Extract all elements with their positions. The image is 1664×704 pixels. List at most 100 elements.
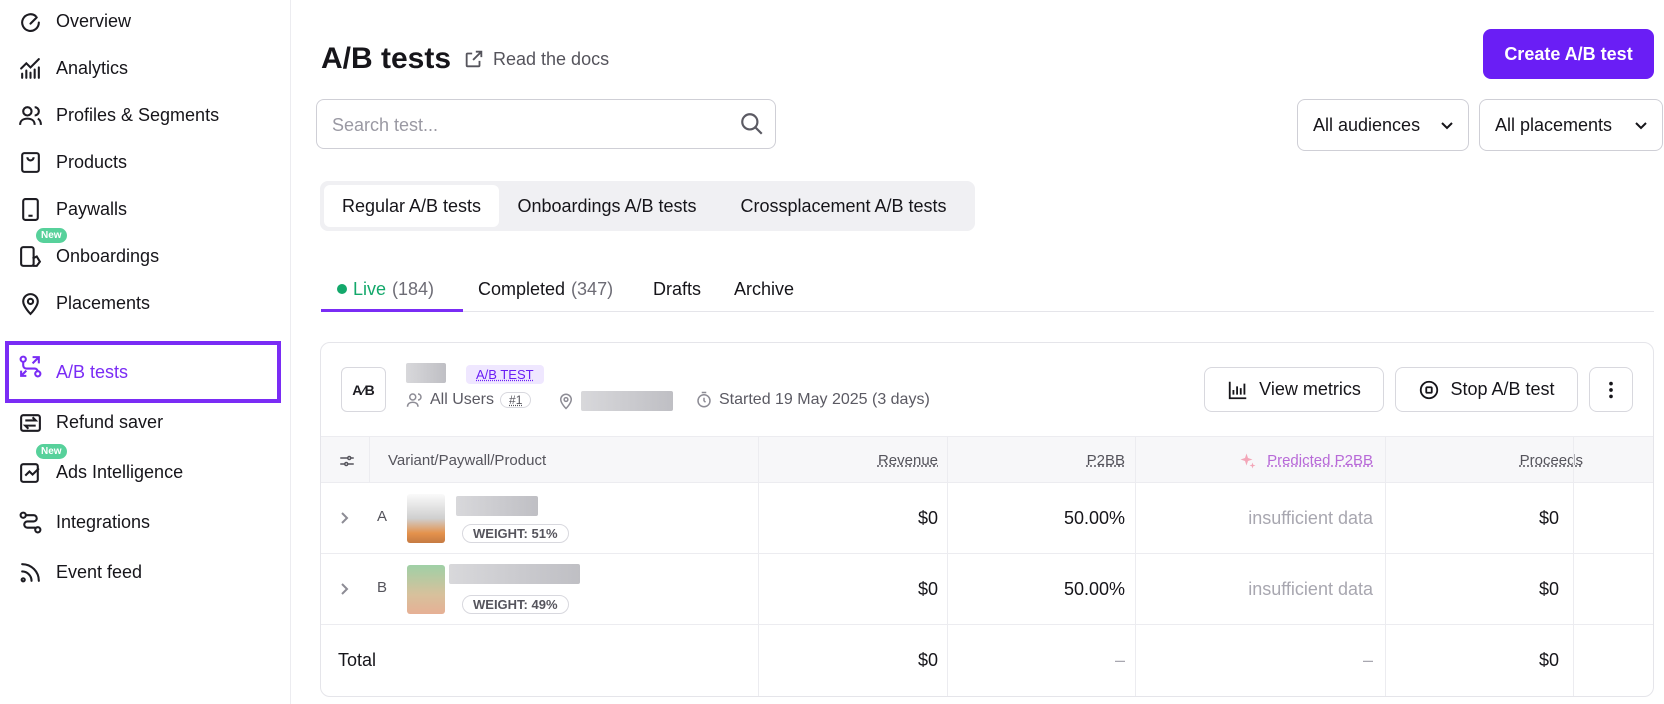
- sidebar-item-label: Products: [56, 151, 128, 172]
- variant-letter: B: [377, 579, 388, 596]
- column-header-proceeds[interactable]: Proceeds: [1381, 437, 1583, 484]
- integrations-icon: [18, 510, 43, 535]
- sidebar-item-label: Paywalls: [56, 198, 128, 219]
- sidebar-item-paywalls[interactable]: Paywalls: [0, 184, 291, 234]
- column-header-p2bb[interactable]: P2BB: [949, 437, 1125, 484]
- timer-icon: [697, 391, 711, 408]
- sidebar-item-ab-tests[interactable]: A/B tests: [5, 341, 281, 403]
- sidebar-item-profiles[interactable]: Profiles & Segments: [0, 90, 291, 140]
- predicted-p2bb-cell: insufficient data: [1248, 579, 1373, 599]
- sidebar-item-ads-intelligence[interactable]: New Ads Intelligence: [0, 444, 291, 497]
- column-divider: [369, 436, 370, 483]
- sidebar-item-label: Onboardings: [56, 245, 160, 266]
- sidebar-item-label: Integrations: [56, 511, 151, 532]
- search-icon[interactable]: [739, 111, 765, 137]
- view-metrics-button[interactable]: View metrics: [1204, 367, 1384, 412]
- sidebar-item-label: Placements: [56, 292, 151, 313]
- pin-icon: [18, 291, 43, 316]
- bag-icon: [18, 150, 43, 175]
- more-vertical-icon: [1609, 381, 1613, 398]
- refund-icon: [18, 410, 43, 435]
- proceeds-cell: $0: [1538, 508, 1559, 528]
- redacted-placement-name: [581, 391, 673, 411]
- tab-completed-count: (347): [571, 278, 614, 299]
- started-label: Started 19 May 2025 (3 days): [719, 391, 930, 408]
- stop-ab-test-button[interactable]: Stop A/B test: [1395, 367, 1578, 412]
- tab-completed-label: Completed: [478, 278, 566, 299]
- users-icon: [406, 393, 422, 407]
- columns-settings-icon[interactable]: [337, 452, 357, 470]
- tab-drafts[interactable]: Drafts: [653, 266, 701, 312]
- active-tab-underline: [321, 309, 463, 312]
- table-row-variant-a[interactable]: A WEIGHT: 51% $0 50.00% insufficient dat…: [321, 483, 1653, 554]
- tab-onboardings-ab-tests[interactable]: Onboardings A/B tests: [502, 185, 712, 227]
- tab-live[interactable]: Live (184): [337, 266, 434, 312]
- stop-ab-test-label: Stop A/B test: [1450, 379, 1555, 399]
- bar-chart-icon: [1228, 381, 1247, 399]
- chevron-down-icon: [1635, 122, 1647, 130]
- chevron-down-icon: [1441, 122, 1453, 130]
- placements-dropdown[interactable]: All placements: [1479, 99, 1663, 151]
- ads-icon: [18, 460, 43, 485]
- audiences-dropdown[interactable]: All audiences: [1297, 99, 1469, 151]
- column-header-predicted-p2bb[interactable]: Predicted P2BB: [1151, 437, 1373, 484]
- column-header-variant: Variant/Paywall/Product: [388, 452, 547, 469]
- tab-crossplacement-ab-tests[interactable]: Crossplacement A/B tests: [716, 185, 971, 227]
- ab-test-icon: A⁄B: [341, 367, 386, 412]
- redacted-paywall-name: [456, 496, 538, 516]
- weight-badge: WEIGHT: 51%: [462, 524, 569, 543]
- redacted-paywall-name: [449, 564, 580, 584]
- tab-completed[interactable]: Completed (347): [478, 266, 613, 312]
- sidebar-item-refund-saver[interactable]: Refund saver: [0, 397, 291, 447]
- sidebar-item-overview[interactable]: Overview: [0, 0, 291, 46]
- total-revenue-cell: $0: [917, 650, 938, 670]
- predicted-p2bb-label: Predicted P2BB: [1267, 452, 1373, 469]
- started-meta: Started 19 May 2025 (3 days): [695, 391, 930, 409]
- sidebar-item-onboardings[interactable]: New Onboardings: [0, 228, 291, 281]
- search-input[interactable]: [332, 112, 722, 138]
- total-p2bb-cell: –: [1114, 650, 1125, 670]
- variants-table-header: Variant/Paywall/Product Revenue P2BB Pre…: [321, 436, 1653, 484]
- create-ab-test-button[interactable]: Create A/B test: [1483, 29, 1654, 79]
- phone-icon: [18, 197, 43, 222]
- tab-regular-ab-tests[interactable]: Regular A/B tests: [324, 185, 499, 227]
- placement-meta[interactable]: [557, 391, 673, 411]
- sidebar-item-analytics[interactable]: Analytics: [0, 43, 291, 93]
- sidebar: Overview Analytics Profiles & Segments P…: [0, 0, 291, 704]
- audience-rank-badge: #1: [500, 392, 532, 408]
- total-predicted-cell: –: [1362, 650, 1373, 670]
- sidebar-item-event-feed[interactable]: Event feed: [0, 547, 291, 597]
- chevron-right-icon[interactable]: [338, 510, 352, 526]
- redacted-test-name: [406, 363, 446, 383]
- sidebar-item-products[interactable]: Products: [0, 137, 291, 187]
- sidebar-item-label: A/B tests: [56, 361, 129, 382]
- more-options-button[interactable]: [1589, 367, 1633, 412]
- sidebar-item-placements[interactable]: Placements: [0, 278, 291, 328]
- tab-live-label: Live: [353, 278, 387, 299]
- app-root: Overview Analytics Profiles & Segments P…: [0, 0, 1664, 704]
- chart-icon: [18, 56, 43, 81]
- sidebar-item-label: Profiles & Segments: [56, 104, 220, 125]
- audiences-dropdown-label: All audiences: [1313, 114, 1421, 135]
- ab-test-tag: A/B TEST: [466, 365, 544, 384]
- tab-archive-label: Archive: [734, 278, 795, 299]
- table-row-variant-b[interactable]: B WEIGHT: 49% $0 50.00% insufficient dat…: [321, 554, 1653, 625]
- page-title: A/B tests: [321, 42, 452, 75]
- audience-meta[interactable]: All Users #1: [406, 391, 532, 409]
- ab-test-icon: [18, 354, 43, 379]
- chevron-right-icon[interactable]: [338, 581, 352, 597]
- sidebar-item-label: Analytics: [56, 57, 129, 78]
- sparkle-icon: [1240, 453, 1256, 468]
- external-link-icon: [465, 50, 483, 68]
- test-type-switcher: Regular A/B tests Onboardings A/B tests …: [320, 181, 975, 231]
- sidebar-item-integrations[interactable]: Integrations: [0, 497, 291, 547]
- tab-archive[interactable]: Archive: [734, 266, 794, 312]
- read-docs-link[interactable]: Read the docs: [463, 48, 609, 70]
- paywall-thumbnail: [407, 494, 445, 543]
- p2bb-cell: 50.00%: [1063, 508, 1125, 528]
- column-header-revenue[interactable]: Revenue: [758, 437, 938, 484]
- status-tabs: Live (184) Completed (347) Drafts Archiv…: [321, 266, 1654, 312]
- revenue-cell: $0: [917, 508, 938, 528]
- live-dot-icon: [337, 284, 347, 294]
- revenue-cell: $0: [917, 579, 938, 599]
